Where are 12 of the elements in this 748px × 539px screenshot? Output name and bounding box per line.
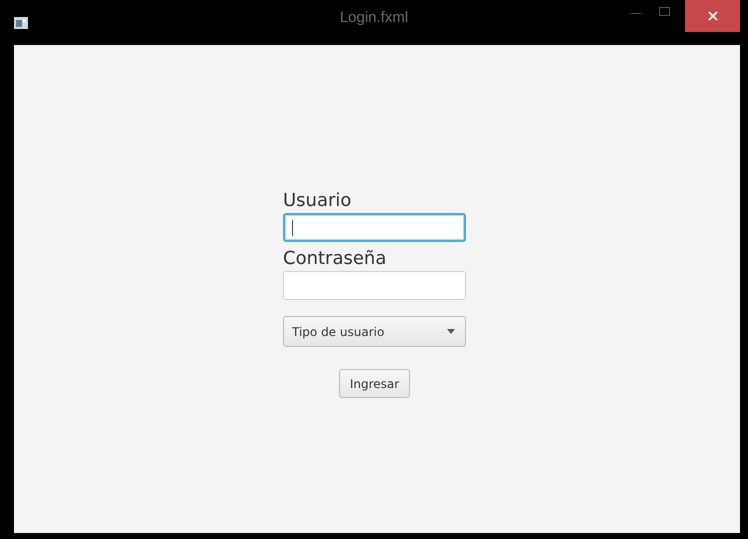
user-type-dropdown[interactable]: Tipo de usuario (283, 316, 466, 347)
field-label: Contraseña (283, 247, 388, 271)
login-button[interactable]: Ingresar (338, 369, 410, 398)
input-field[interactable] (283, 271, 466, 300)
close-icon (708, 11, 718, 21)
window-title: Login.fxml (340, 9, 408, 26)
close-button[interactable] (685, 0, 740, 32)
maximize-icon[interactable] (659, 7, 670, 16)
field-label: Usuario (283, 189, 352, 213)
window-icon (14, 17, 28, 29)
input-field[interactable] (283, 213, 466, 242)
caret-icon (447, 329, 455, 334)
